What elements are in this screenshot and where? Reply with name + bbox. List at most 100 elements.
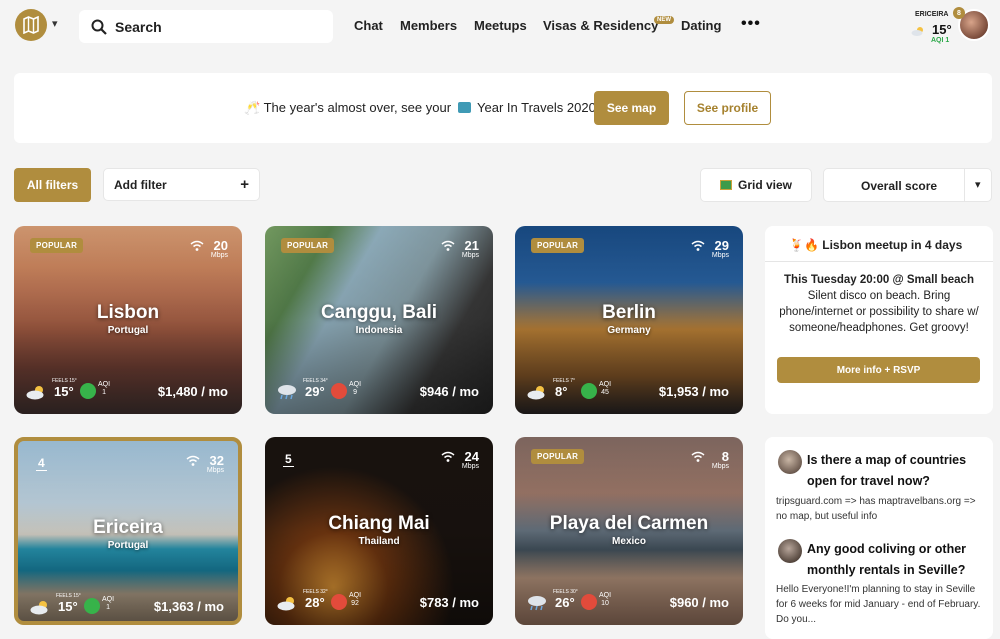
temperature: 26° [555, 595, 575, 610]
aqi-label: AQI [349, 381, 362, 388]
speed-value: 20 [213, 238, 228, 253]
temperature: 15° [54, 384, 74, 399]
question-author-avatar[interactable] [778, 450, 802, 474]
nav-chat[interactable]: Chat [354, 18, 383, 33]
notification-badge: 8 [953, 7, 965, 19]
location-temperature: 15° [932, 22, 952, 37]
chevron-down-icon: ▾ [975, 179, 981, 191]
add-filter-label: Add filter [114, 177, 167, 192]
speed-unit: Mbps [711, 463, 729, 470]
temperature: 29° [305, 384, 325, 399]
meetup-headline: This Tuesday 20:00 @ Small beach [784, 274, 974, 286]
meetup-title-text: Lisbon meetup in 4 days [822, 238, 963, 252]
air-quality: AQI 9 [349, 381, 361, 396]
question-title[interactable]: Is there a map of countries open for tra… [807, 450, 987, 493]
country-name: Thailand [358, 536, 400, 547]
aqi-face-icon [331, 383, 347, 399]
rank-number: 5 [283, 452, 294, 467]
chevron-down-icon[interactable]: ▾ [52, 17, 58, 30]
city-card[interactable]: 4 32 Mbps Ericeira Portugal FEELS 15° 15° AQI 1 $… [14, 437, 242, 625]
internet-speed: 29 Mbps [712, 238, 729, 259]
rsvp-button[interactable]: More info + RSVP [777, 357, 980, 383]
more-menu-icon[interactable]: ••• [741, 15, 761, 33]
city-card[interactable]: 5 24 Mbps Chiang Mai Thailand FEELS 32° 28° AQI… [265, 437, 493, 625]
sort-select[interactable]: Overall score ▾ [823, 168, 992, 202]
question-author-avatar[interactable] [778, 539, 802, 563]
popular-badge: POPULAR [531, 449, 585, 464]
city-name: Canggu, Bali [320, 302, 438, 323]
monthly-cost: $783 / mo [419, 595, 479, 610]
location-aqi: AQI 1 [931, 37, 950, 44]
see-profile-button[interactable]: See profile [684, 91, 771, 125]
speed-unit: Mbps [461, 463, 479, 470]
add-filter-button[interactable]: Add filter + [103, 168, 260, 201]
picture-icon [719, 180, 732, 190]
aqi-label: AQI [599, 592, 612, 599]
banner-message: 🥂 The year's almost over, see your Year … [244, 100, 596, 116]
divider [765, 261, 993, 262]
grid-view-button[interactable]: Grid view [700, 168, 812, 202]
city-name: Ericeira [93, 517, 163, 538]
banner-text-1: The year's almost over, see your [263, 100, 452, 115]
country-name: Portugal [107, 540, 149, 551]
aqi-value: 45 [601, 388, 609, 396]
world-map-icon [457, 102, 471, 113]
cloud-sun-icon [277, 595, 297, 611]
rank-number: 4 [36, 456, 47, 471]
country-name: Indonesia [355, 325, 403, 336]
wifi-icon [441, 240, 455, 251]
wifi-icon [691, 451, 705, 462]
meetup-title: 🍹🔥 Lisbon meetup in 4 days [789, 238, 962, 252]
new-badge: NEW [654, 16, 674, 24]
internet-speed: 8 Mbps [712, 449, 729, 470]
city-card[interactable]: POPULAR 20 Mbps Lisbon Portugal FEELS 15° 15° A… [14, 226, 242, 414]
nav-visas-residency[interactable]: Visas & Residency [543, 18, 658, 33]
aqi-value: 1 [106, 603, 110, 611]
plus-icon: + [240, 176, 249, 193]
speed-unit: Mbps [210, 252, 228, 259]
nomad-logo[interactable] [15, 9, 47, 41]
location-name: ERICEIRA [915, 11, 949, 18]
country-name: Germany [607, 325, 651, 336]
air-quality: AQI 10 [599, 592, 611, 607]
see-map-button[interactable]: See map [594, 91, 669, 125]
nav-members[interactable]: Members [400, 18, 457, 33]
air-quality: AQI 92 [349, 592, 361, 607]
city-card[interactable]: POPULAR 8 Mbps Playa del Carmen Mexico FEELS … [515, 437, 743, 625]
wifi-icon [190, 240, 204, 251]
internet-speed: 32 Mbps [207, 453, 224, 474]
nav-dating[interactable]: Dating [681, 18, 721, 33]
sort-label: Overall score [861, 179, 938, 193]
speed-value: 21 [464, 238, 479, 253]
city-name: Berlin [602, 302, 656, 323]
speed-unit: Mbps [206, 467, 224, 474]
search-input[interactable]: Search [79, 10, 333, 43]
city-card[interactable]: POPULAR 21 Mbps Canggu, Bali Indonesia FEELS … [265, 226, 493, 414]
meetup-body-text: Silent disco on beach. Bring phone/inter… [779, 290, 979, 335]
question-snippet: Hello Everyone!I'm planning to stay in S… [776, 584, 981, 625]
wifi-icon [691, 240, 705, 251]
temperature: 8° [555, 384, 568, 399]
all-filters-button[interactable]: All filters [14, 168, 91, 202]
cloud-sun-icon [30, 599, 50, 615]
map-icon [23, 16, 39, 34]
speed-value: 8 [721, 449, 729, 464]
aqi-face-icon [581, 594, 597, 610]
nav-meetups[interactable]: Meetups [474, 18, 527, 33]
cocktail-icon: 🍹 [789, 238, 804, 252]
city-card[interactable]: POPULAR 29 Mbps Berlin Germany FEELS 7° 8° AQI 4… [515, 226, 743, 414]
temperature: 15° [58, 599, 78, 614]
question-title[interactable]: Any good coliving or other monthly renta… [807, 539, 991, 582]
question-snippet: tripsguard.com => has maptravelbans.org … [776, 496, 976, 522]
aqi-label: AQI [599, 381, 612, 388]
city-name: Playa del Carmen [549, 513, 709, 534]
aqi-face-icon [331, 594, 347, 610]
country-name: Mexico [612, 536, 646, 547]
wifi-icon [441, 451, 455, 462]
air-quality: AQI 1 [98, 381, 110, 396]
top-bar: ▾ Search Chat Members Meetups Visas & Re… [0, 0, 1000, 55]
aqi-value: 1 [102, 388, 106, 396]
speed-value: 24 [464, 449, 479, 464]
aqi-label: AQI [102, 596, 115, 603]
monthly-cost: $960 / mo [669, 595, 729, 610]
